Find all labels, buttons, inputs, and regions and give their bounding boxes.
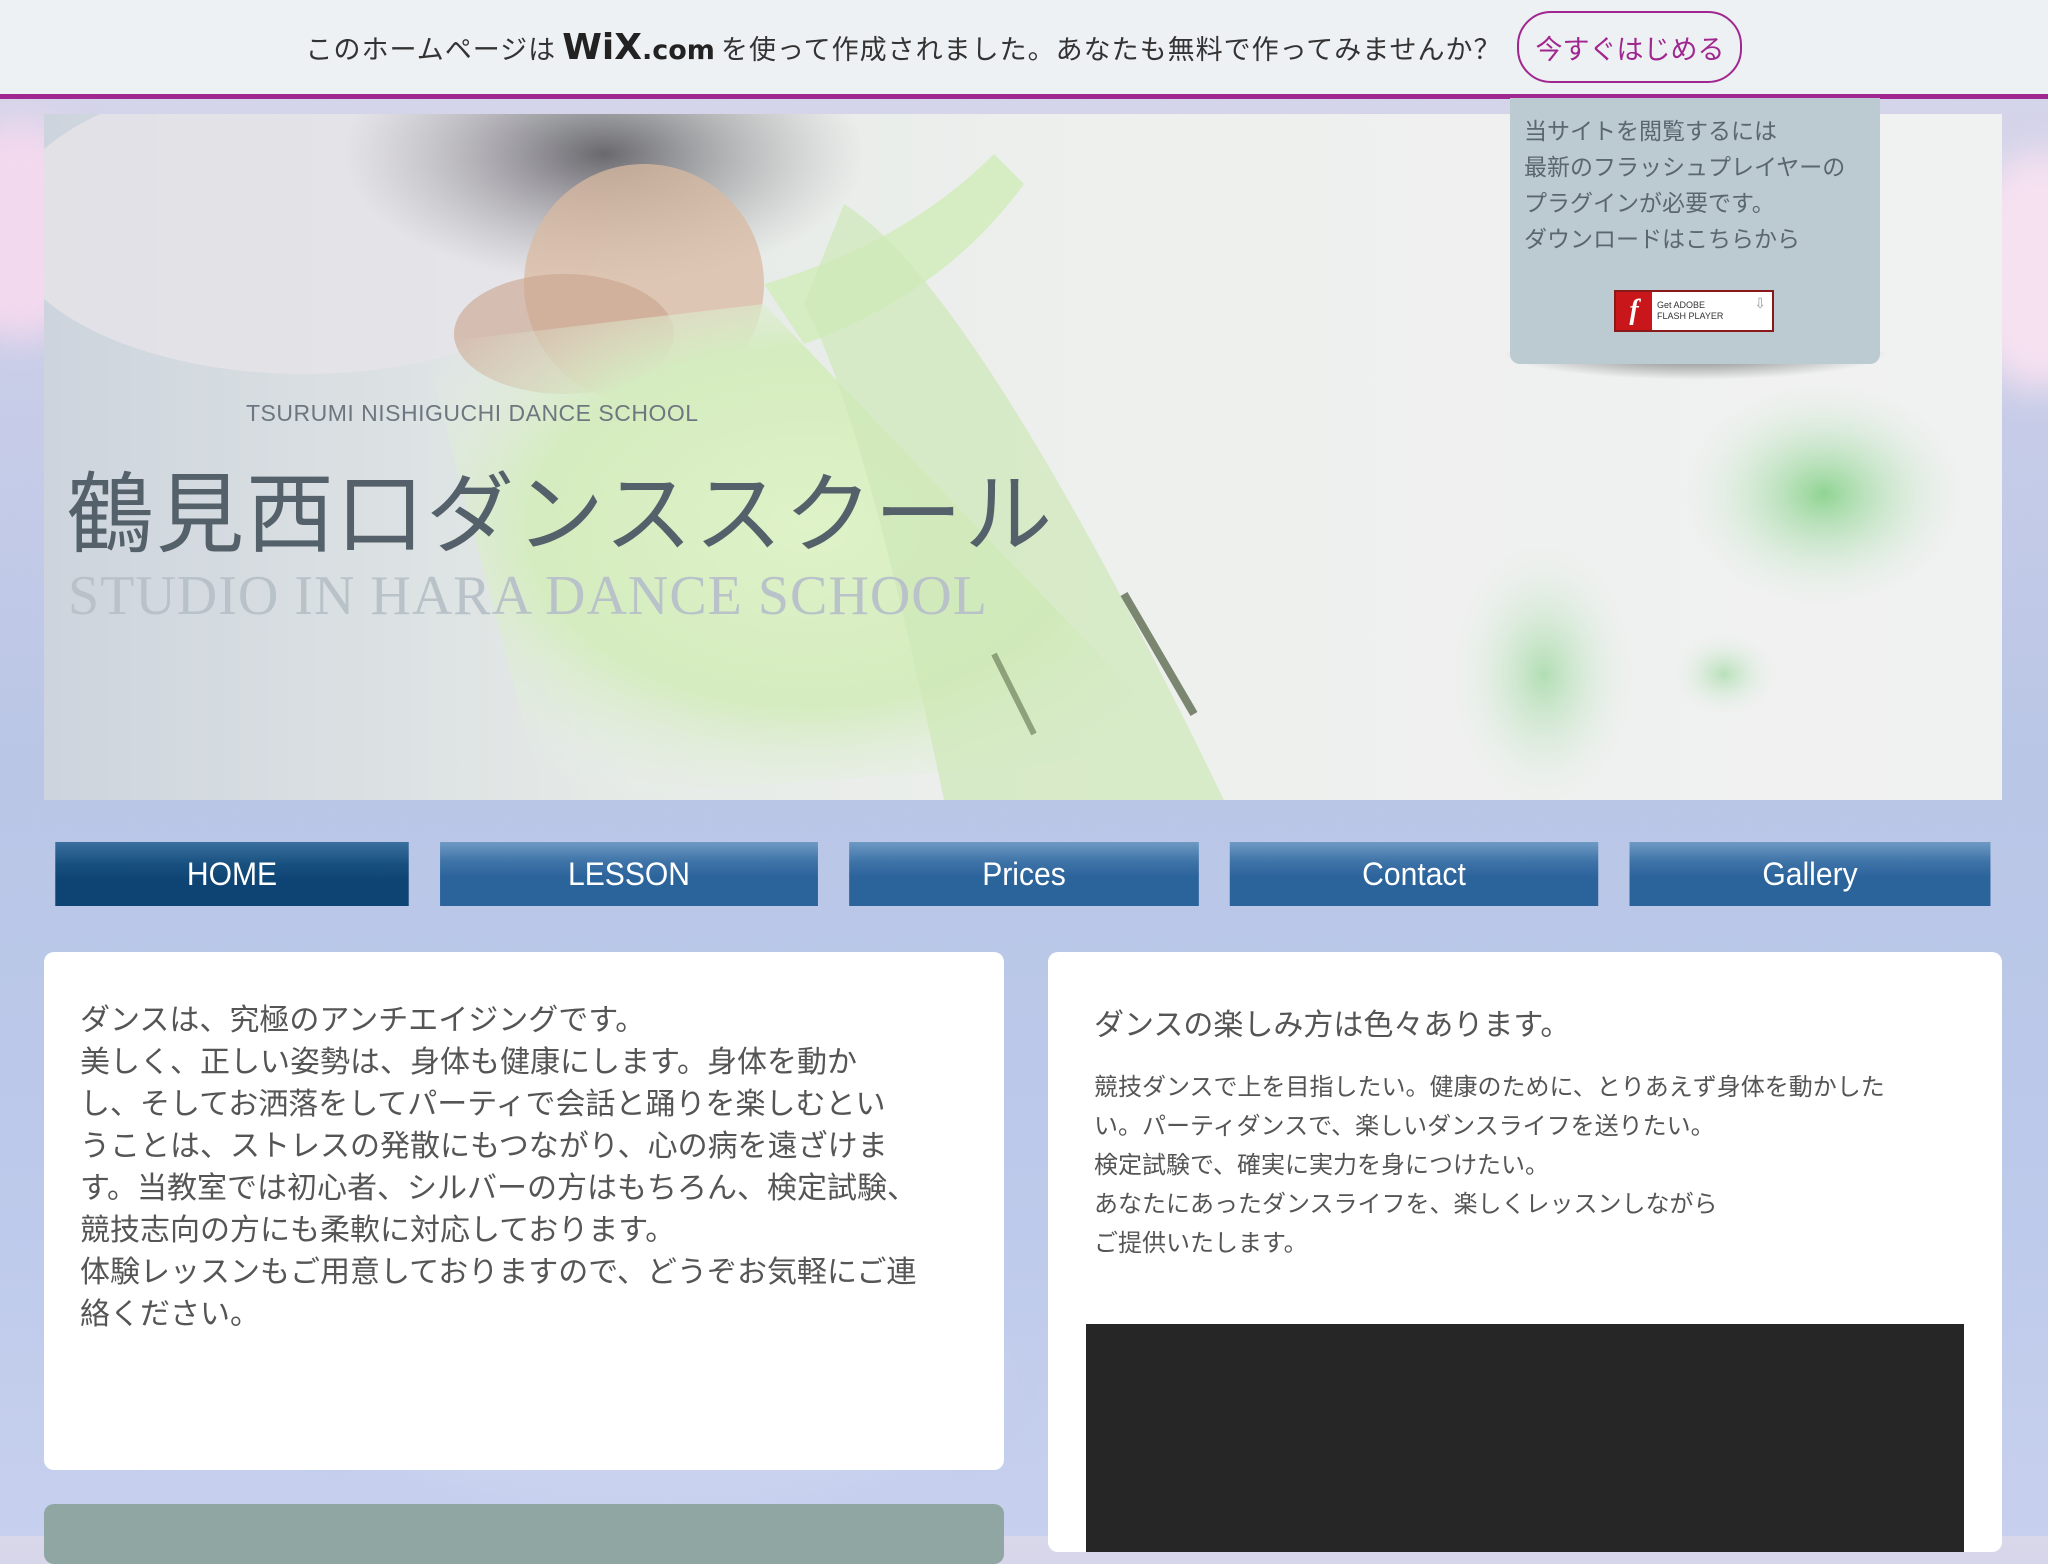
enjoy-dance-panel: ダンスの楽しみ方は色々あります。 競技ダンスで上を目指したい。健康のために、とり… — [1048, 952, 2002, 1552]
flash-notice-line: ダウンロードはこちらから — [1524, 227, 1800, 253]
wix-logo-wix: WiX — [562, 26, 642, 68]
wix-promo-banner: このホームページは WiX.com を使って作成されました。あなたも無料で作って… — [0, 0, 2048, 99]
intro-line: す。当教室では初心者、シルバーの方はもちろん、検定試験、 — [80, 1171, 917, 1206]
intro-line: 競技志向の方にも柔軟に対応しております。 — [80, 1213, 676, 1248]
enjoy-dance-line: 検定試験で、確実に実力を身につけたい。 — [1094, 1151, 1550, 1179]
intro-line: 絡ください。 — [80, 1297, 260, 1332]
enjoy-dance-heading: ダンスの楽しみ方は色々あります。 — [1094, 1008, 1571, 1043]
wix-logo-com: .com — [642, 34, 715, 66]
flash-badge-line1: Get ADOBE — [1657, 300, 1706, 310]
start-now-button[interactable]: 今すぐはじめる — [1517, 11, 1743, 83]
secondary-panel — [44, 1504, 1004, 1564]
flash-badge-text: Get ADOBE FLASH PLAYER — [1652, 300, 1723, 322]
nav-item-gallery[interactable]: Gallery — [1629, 842, 1991, 906]
intro-line: うことは、ストレスの発散にもつながり、心の病を遠ざけま — [80, 1129, 888, 1164]
flash-badge-line2: FLASH PLAYER — [1657, 311, 1724, 321]
flash-notice-text: 当サイトを閲覧するには 最新のフラッシュプレイヤーの プラグインが必要です。 ダ… — [1524, 114, 1845, 258]
flash-notice: 当サイトを閲覧するには 最新のフラッシュプレイヤーの プラグインが必要です。 ダ… — [1510, 98, 1880, 364]
site-title: 鶴見西口ダンススクール — [66, 463, 1055, 566]
download-arrow-icon: ⇩ — [1754, 296, 1766, 312]
enjoy-dance-text: 競技ダンスで上を目指したい。健康のために、とりあえず身体を動かした い。パーティ… — [1094, 1068, 1885, 1263]
hero-subtitle-en: TSURUMI NISHIGUCHI DANCE SCHOOL — [246, 400, 699, 426]
site-title-en: STUDIO IN HARA DANCE SCHOOL — [68, 565, 988, 627]
flash-notice-line: 最新のフラッシュプレイヤーの — [1524, 155, 1846, 181]
intro-line: し、そしてお洒落をしてパーティで会話と踊りを楽しむとい — [80, 1087, 886, 1122]
nav-item-home[interactable]: HOME — [55, 842, 409, 906]
wix-promo-text: このホームページは WiX.com を使って作成されました。あなたも無料で作って… — [306, 27, 1502, 68]
get-flash-player-button[interactable]: f Get ADOBE FLASH PLAYER ⇩ — [1614, 290, 1774, 332]
enjoy-dance-line: あなたにあったダンスライフを、楽しくレッスンしながら — [1094, 1190, 1718, 1218]
intro-line: 美しく、正しい姿勢は、身体も健康にします。身体を動か — [80, 1045, 857, 1080]
wix-promo-text-before: このホームページは — [305, 34, 557, 66]
video-player[interactable] — [1086, 1324, 1964, 1552]
nav-item-lesson[interactable]: LESSON — [440, 842, 818, 906]
intro-line: ダンスは、究極のアンチエイジングです。 — [80, 1003, 646, 1038]
wix-logo: WiX.com — [562, 27, 715, 68]
enjoy-dance-line: 競技ダンスで上を目指したい。健康のために、とりあえず身体を動かした — [1094, 1073, 1885, 1101]
nav-item-prices[interactable]: Prices — [849, 842, 1199, 906]
nav-item-contact[interactable]: Contact — [1229, 842, 1599, 906]
intro-panel: ダンスは、究極のアンチエイジングです。 美しく、正しい姿勢は、身体も健康にします… — [44, 952, 1004, 1470]
flash-notice-line: プラグインが必要です。 — [1524, 191, 1775, 217]
enjoy-dance-line: い。パーティダンスで、楽しいダンスライフを送りたい。 — [1094, 1112, 1715, 1140]
flash-notice-line: 当サイトを閲覧するには — [1524, 119, 1777, 145]
enjoy-dance-line: ご提供いたします。 — [1094, 1229, 1308, 1257]
main-nav: HOME LESSON Prices Contact Gallery — [44, 842, 2002, 906]
intro-line: 体験レッスンもご用意しておりますので、どうぞお気軽にご連 — [80, 1255, 917, 1290]
intro-text: ダンスは、究極のアンチエイジングです。 美しく、正しい姿勢は、身体も健康にします… — [80, 1000, 980, 1336]
wix-promo-text-after: を使って作成されました。あなたも無料で作ってみませんか？ — [720, 34, 1502, 66]
flash-icon: f — [1616, 292, 1652, 330]
